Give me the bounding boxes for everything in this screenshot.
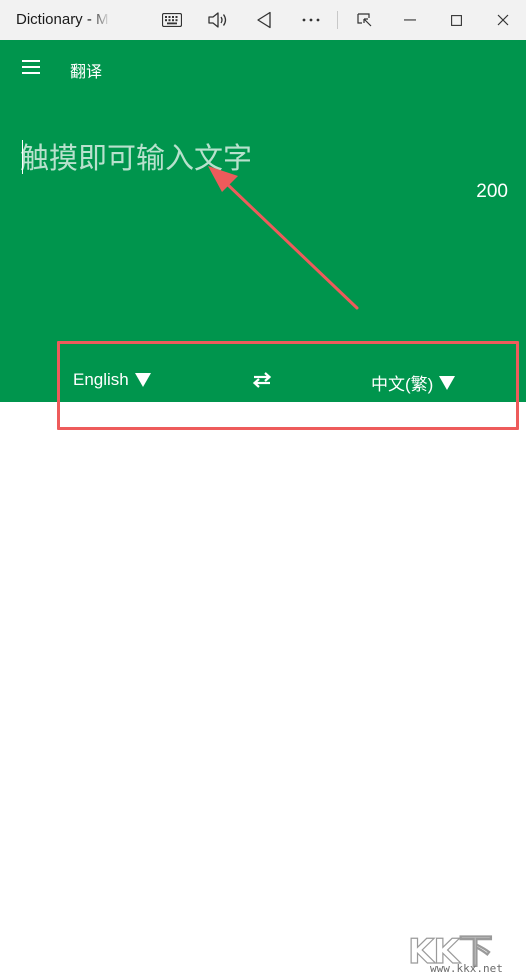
title-bar: Dictionary - M <box>0 0 526 40</box>
dropdown-triangle-icon <box>134 373 151 387</box>
input-area[interactable] <box>20 136 500 186</box>
target-language-label: 中文(繁) <box>371 375 434 394</box>
back-triangle-icon[interactable] <box>242 0 286 40</box>
app-window: Dictionary - M 翻译 触摸即可输入文字 200 English 中… <box>0 0 526 976</box>
watermark-text: KK下载 <box>407 931 493 972</box>
translate-header: 翻译 200 English 中文(繁) <box>0 40 526 402</box>
language-bar: English 中文(繁) <box>0 358 526 402</box>
char-limit-counter: 200 <box>476 181 508 202</box>
watermark-url: www.kkx.net <box>430 962 503 975</box>
page-title: 翻译 <box>70 64 103 81</box>
maximize-icon[interactable] <box>434 0 478 40</box>
window-title: Dictionary - M <box>16 11 109 28</box>
text-caret <box>22 140 23 174</box>
source-language-label: English <box>73 370 129 389</box>
titlebar-divider <box>337 11 338 29</box>
dropdown-triangle-icon <box>439 375 456 390</box>
more-icon[interactable] <box>289 0 333 40</box>
minimize-icon[interactable] <box>388 0 432 40</box>
keyboard-icon[interactable] <box>150 0 194 40</box>
speaker-icon[interactable] <box>196 0 240 40</box>
target-language-dropdown[interactable]: 中文(繁) <box>371 370 456 395</box>
swap-arrows-icon[interactable] <box>250 368 274 392</box>
hamburger-icon[interactable] <box>22 60 42 76</box>
close-icon[interactable] <box>481 0 525 40</box>
translate-input[interactable] <box>20 136 500 180</box>
snap-icon[interactable] <box>343 0 387 40</box>
watermark-logo: KK下载 www.kkx.net <box>407 922 524 976</box>
source-language-dropdown[interactable]: English <box>73 370 151 390</box>
